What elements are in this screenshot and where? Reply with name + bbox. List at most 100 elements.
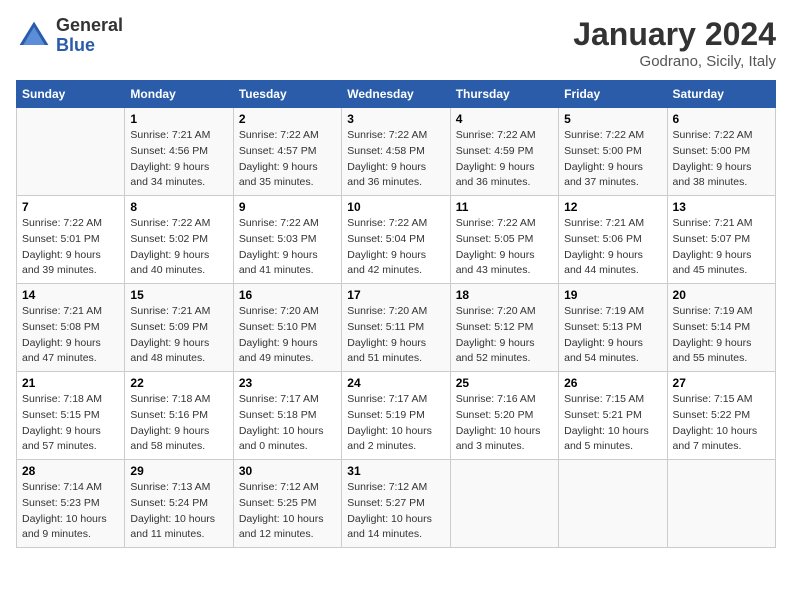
calendar-cell: 24 Sunrise: 7:17 AM Sunset: 5:19 PM Dayl… xyxy=(342,372,450,460)
calendar-cell: 25 Sunrise: 7:16 AM Sunset: 5:20 PM Dayl… xyxy=(450,372,558,460)
calendar-cell: 17 Sunrise: 7:20 AM Sunset: 5:11 PM Dayl… xyxy=(342,284,450,372)
sunrise-text: Sunrise: 7:21 AM xyxy=(130,304,227,320)
calendar-cell: 3 Sunrise: 7:22 AM Sunset: 4:58 PM Dayli… xyxy=(342,108,450,196)
weekday-header: Monday xyxy=(125,81,233,108)
daylight-text: Daylight: 10 hours and 7 minutes. xyxy=(673,424,770,456)
day-number: 15 xyxy=(130,288,227,302)
sunset-text: Sunset: 5:19 PM xyxy=(347,408,444,424)
calendar-cell xyxy=(17,108,125,196)
calendar-cell: 1 Sunrise: 7:21 AM Sunset: 4:56 PM Dayli… xyxy=(125,108,233,196)
sunset-text: Sunset: 5:14 PM xyxy=(673,320,770,336)
sunset-text: Sunset: 5:02 PM xyxy=(130,232,227,248)
day-info: Sunrise: 7:21 AM Sunset: 5:08 PM Dayligh… xyxy=(22,304,119,367)
daylight-text: Daylight: 9 hours and 58 minutes. xyxy=(130,424,227,456)
sunset-text: Sunset: 5:00 PM xyxy=(673,144,770,160)
day-number: 25 xyxy=(456,376,553,390)
weekday-header: Thursday xyxy=(450,81,558,108)
sunrise-text: Sunrise: 7:21 AM xyxy=(564,216,661,232)
calendar-cell: 12 Sunrise: 7:21 AM Sunset: 5:06 PM Dayl… xyxy=(559,196,667,284)
calendar-cell: 13 Sunrise: 7:21 AM Sunset: 5:07 PM Dayl… xyxy=(667,196,775,284)
daylight-text: Daylight: 9 hours and 34 minutes. xyxy=(130,160,227,192)
sunrise-text: Sunrise: 7:22 AM xyxy=(456,216,553,232)
sunset-text: Sunset: 5:21 PM xyxy=(564,408,661,424)
day-info: Sunrise: 7:21 AM Sunset: 5:06 PM Dayligh… xyxy=(564,216,661,279)
sunset-text: Sunset: 5:20 PM xyxy=(456,408,553,424)
day-info: Sunrise: 7:16 AM Sunset: 5:20 PM Dayligh… xyxy=(456,392,553,455)
sunrise-text: Sunrise: 7:19 AM xyxy=(673,304,770,320)
day-number: 29 xyxy=(130,464,227,478)
logo: General Blue xyxy=(16,16,123,56)
calendar-cell: 27 Sunrise: 7:15 AM Sunset: 5:22 PM Dayl… xyxy=(667,372,775,460)
day-number: 18 xyxy=(456,288,553,302)
calendar-table: SundayMondayTuesdayWednesdayThursdayFrid… xyxy=(16,80,776,548)
day-number: 2 xyxy=(239,112,336,126)
day-info: Sunrise: 7:18 AM Sunset: 5:15 PM Dayligh… xyxy=(22,392,119,455)
sunrise-text: Sunrise: 7:19 AM xyxy=(564,304,661,320)
sunrise-text: Sunrise: 7:22 AM xyxy=(456,128,553,144)
calendar-cell: 8 Sunrise: 7:22 AM Sunset: 5:02 PM Dayli… xyxy=(125,196,233,284)
daylight-text: Daylight: 9 hours and 40 minutes. xyxy=(130,248,227,280)
calendar-week-row: 1 Sunrise: 7:21 AM Sunset: 4:56 PM Dayli… xyxy=(17,108,776,196)
sunrise-text: Sunrise: 7:14 AM xyxy=(22,480,119,496)
logo-text: General Blue xyxy=(56,16,123,56)
day-info: Sunrise: 7:22 AM Sunset: 5:00 PM Dayligh… xyxy=(564,128,661,191)
logo-general: General xyxy=(56,16,123,36)
day-number: 22 xyxy=(130,376,227,390)
sunset-text: Sunset: 5:18 PM xyxy=(239,408,336,424)
sunset-text: Sunset: 5:11 PM xyxy=(347,320,444,336)
sunset-text: Sunset: 5:13 PM xyxy=(564,320,661,336)
day-info: Sunrise: 7:15 AM Sunset: 5:22 PM Dayligh… xyxy=(673,392,770,455)
day-number: 9 xyxy=(239,200,336,214)
sunset-text: Sunset: 5:05 PM xyxy=(456,232,553,248)
calendar-cell: 31 Sunrise: 7:12 AM Sunset: 5:27 PM Dayl… xyxy=(342,460,450,548)
day-number: 8 xyxy=(130,200,227,214)
sunrise-text: Sunrise: 7:13 AM xyxy=(130,480,227,496)
sunset-text: Sunset: 5:04 PM xyxy=(347,232,444,248)
calendar-subtitle: Godrano, Sicily, Italy xyxy=(573,53,776,70)
day-number: 20 xyxy=(673,288,770,302)
daylight-text: Daylight: 9 hours and 51 minutes. xyxy=(347,336,444,368)
daylight-text: Daylight: 10 hours and 2 minutes. xyxy=(347,424,444,456)
daylight-text: Daylight: 9 hours and 38 minutes. xyxy=(673,160,770,192)
sunrise-text: Sunrise: 7:22 AM xyxy=(22,216,119,232)
sunrise-text: Sunrise: 7:20 AM xyxy=(347,304,444,320)
day-info: Sunrise: 7:18 AM Sunset: 5:16 PM Dayligh… xyxy=(130,392,227,455)
daylight-text: Daylight: 9 hours and 39 minutes. xyxy=(22,248,119,280)
calendar-week-row: 21 Sunrise: 7:18 AM Sunset: 5:15 PM Dayl… xyxy=(17,372,776,460)
day-info: Sunrise: 7:19 AM Sunset: 5:14 PM Dayligh… xyxy=(673,304,770,367)
calendar-week-row: 28 Sunrise: 7:14 AM Sunset: 5:23 PM Dayl… xyxy=(17,460,776,548)
daylight-text: Daylight: 9 hours and 52 minutes. xyxy=(456,336,553,368)
calendar-week-row: 7 Sunrise: 7:22 AM Sunset: 5:01 PM Dayli… xyxy=(17,196,776,284)
day-info: Sunrise: 7:21 AM Sunset: 5:07 PM Dayligh… xyxy=(673,216,770,279)
day-info: Sunrise: 7:15 AM Sunset: 5:21 PM Dayligh… xyxy=(564,392,661,455)
day-info: Sunrise: 7:22 AM Sunset: 5:05 PM Dayligh… xyxy=(456,216,553,279)
sunset-text: Sunset: 5:23 PM xyxy=(22,496,119,512)
title-block: January 2024 Godrano, Sicily, Italy xyxy=(573,16,776,70)
calendar-cell xyxy=(667,460,775,548)
sunrise-text: Sunrise: 7:16 AM xyxy=(456,392,553,408)
sunrise-text: Sunrise: 7:18 AM xyxy=(130,392,227,408)
calendar-week-row: 14 Sunrise: 7:21 AM Sunset: 5:08 PM Dayl… xyxy=(17,284,776,372)
sunset-text: Sunset: 5:27 PM xyxy=(347,496,444,512)
day-info: Sunrise: 7:22 AM Sunset: 4:57 PM Dayligh… xyxy=(239,128,336,191)
sunrise-text: Sunrise: 7:18 AM xyxy=(22,392,119,408)
day-number: 6 xyxy=(673,112,770,126)
daylight-text: Daylight: 9 hours and 36 minutes. xyxy=(456,160,553,192)
sunset-text: Sunset: 5:25 PM xyxy=(239,496,336,512)
day-info: Sunrise: 7:22 AM Sunset: 5:02 PM Dayligh… xyxy=(130,216,227,279)
calendar-cell: 29 Sunrise: 7:13 AM Sunset: 5:24 PM Dayl… xyxy=(125,460,233,548)
sunrise-text: Sunrise: 7:15 AM xyxy=(673,392,770,408)
daylight-text: Daylight: 10 hours and 5 minutes. xyxy=(564,424,661,456)
weekday-header: Sunday xyxy=(17,81,125,108)
sunset-text: Sunset: 5:03 PM xyxy=(239,232,336,248)
day-info: Sunrise: 7:22 AM Sunset: 5:01 PM Dayligh… xyxy=(22,216,119,279)
day-info: Sunrise: 7:22 AM Sunset: 5:04 PM Dayligh… xyxy=(347,216,444,279)
day-number: 4 xyxy=(456,112,553,126)
calendar-cell: 2 Sunrise: 7:22 AM Sunset: 4:57 PM Dayli… xyxy=(233,108,341,196)
daylight-text: Daylight: 9 hours and 35 minutes. xyxy=(239,160,336,192)
sunset-text: Sunset: 5:16 PM xyxy=(130,408,227,424)
day-number: 21 xyxy=(22,376,119,390)
day-number: 24 xyxy=(347,376,444,390)
daylight-text: Daylight: 9 hours and 41 minutes. xyxy=(239,248,336,280)
day-info: Sunrise: 7:22 AM Sunset: 4:58 PM Dayligh… xyxy=(347,128,444,191)
